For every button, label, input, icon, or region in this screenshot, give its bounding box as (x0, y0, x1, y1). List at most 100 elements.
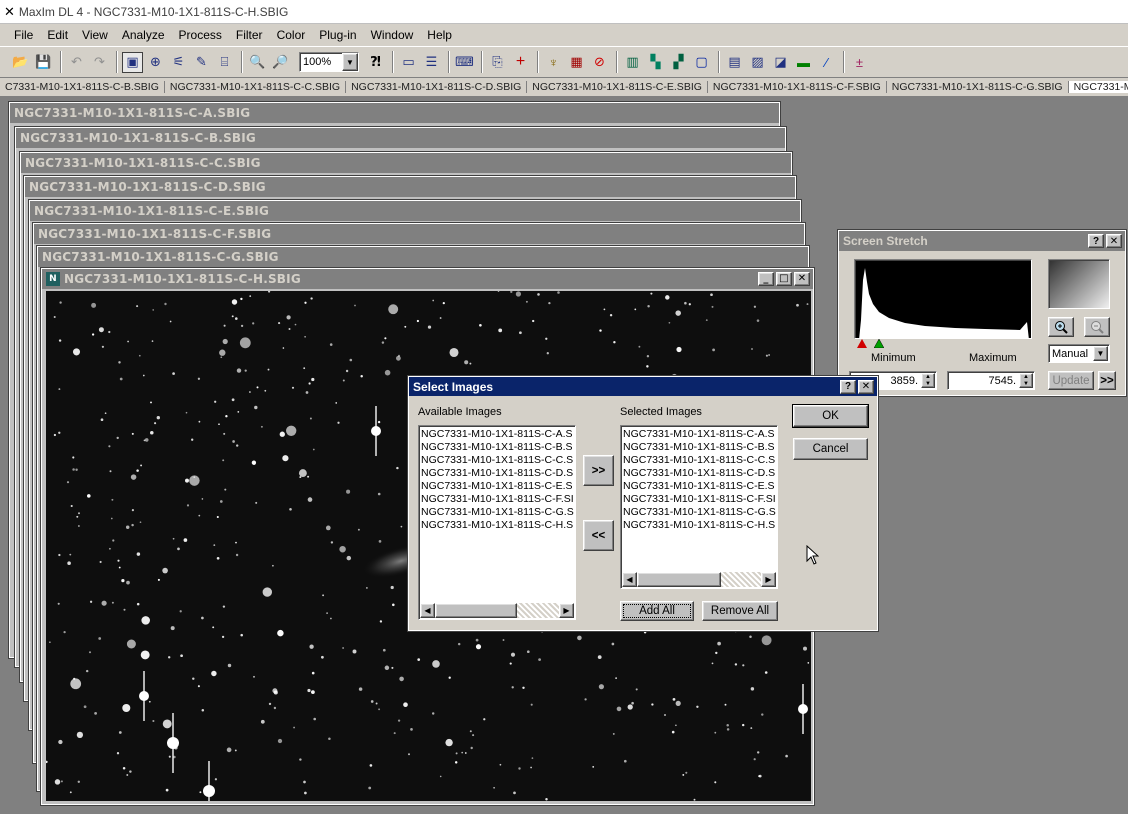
list-item[interactable]: NGC7331-M10-1X1-811S-C-G.S (621, 506, 777, 519)
window-title[interactable]: NGC7331-M10-1X1-811S-C-D.SBIG (25, 177, 795, 197)
stretch-zoom-in-icon[interactable] (1048, 317, 1074, 337)
pencil-icon[interactable]: ✎ (191, 52, 212, 73)
maximum-spinner[interactable]: ▲ ▼ (1019, 373, 1033, 388)
doc-tab-c[interactable]: NGC7331-M10-1X1-811S-C-C.SBIG (165, 81, 347, 93)
maximum-input[interactable]: 7545. ▲ ▼ (947, 371, 1035, 390)
remove-selected-button[interactable]: << (583, 520, 614, 551)
list-item[interactable]: NGC7331-M10-1X1-811S-C-D.S (419, 467, 575, 480)
list-item[interactable]: NGC7331-M10-1X1-811S-C-C.S (419, 454, 575, 467)
window-title-bar[interactable]: N NGC7331-M10-1X1-811S-C-H.SBIG _ □ ✕ (42, 269, 813, 289)
chevron-down-icon[interactable]: ▼ (1093, 346, 1108, 361)
cancel-button[interactable]: Cancel (793, 438, 868, 460)
list-item[interactable]: NGC7331-M10-1X1-811S-C-E.S (419, 480, 575, 493)
window-title[interactable]: NGC7331-M10-1X1-811S-C-A.SBIG (10, 103, 779, 123)
stack-icon[interactable]: ☰ (421, 52, 442, 73)
scrollbar-track[interactable] (721, 572, 761, 587)
square-icon[interactable]: ▢ (691, 52, 712, 73)
stretch-mode-select[interactable]: Manual ▼ (1048, 344, 1110, 363)
doc-tab-g[interactable]: NGC7331-M10-1X1-811S-C-G.SBIG (887, 81, 1069, 93)
list-item[interactable]: NGC7331-M10-1X1-811S-C-F.SI (419, 493, 575, 506)
doc-tab-b[interactable]: C7331-M10-1X1-811S-C-B.SBIG (0, 81, 165, 93)
minimum-spinner[interactable]: ▲ ▼ (921, 373, 935, 388)
update-button[interactable]: Update (1048, 371, 1094, 390)
list-item[interactable]: NGC7331-M10-1X1-811S-C-B.S (621, 441, 777, 454)
window-title[interactable]: NGC7331-M10-1X1-811S-C-E.SBIG (30, 201, 800, 221)
close-icon[interactable]: ✕ (1106, 234, 1122, 248)
list-item[interactable]: NGC7331-M10-1X1-811S-C-H.S (621, 519, 777, 532)
doc-tab-h[interactable]: NGC7331-M (1068, 81, 1128, 93)
doc-tab-f[interactable]: NGC7331-M10-1X1-811S-C-F.SBIG (708, 81, 887, 93)
camera-control-icon[interactable]: ⌨ (454, 52, 475, 73)
add-all-button[interactable]: Add All (620, 601, 694, 621)
menu-help[interactable]: Help (427, 28, 452, 42)
zoom-out-icon[interactable]: 🔎 (270, 52, 291, 73)
graph-icon[interactable]: ◪ (770, 52, 791, 73)
redo-icon[interactable]: ↷ (89, 52, 110, 73)
open-folder-icon[interactable]: 📂 (10, 52, 31, 73)
aperture-icon[interactable]: ⚟ (168, 52, 189, 73)
doc-tab-e[interactable]: NGC7331-M10-1X1-811S-C-E.SBIG (527, 81, 708, 93)
save-disk-icon[interactable]: 💾 (33, 52, 54, 73)
curve-icon[interactable]: ∕ (816, 52, 837, 73)
minimize-icon[interactable]: _ (758, 272, 774, 286)
maximize-icon[interactable]: □ (776, 272, 792, 286)
list-item[interactable]: NGC7331-M10-1X1-811S-C-C.S (621, 454, 777, 467)
min-marker-icon[interactable] (857, 339, 867, 351)
menu-edit[interactable]: Edit (47, 28, 68, 42)
picture-icon[interactable]: ▨ (747, 52, 768, 73)
zoom-in-icon[interactable]: 🔍 (247, 52, 268, 73)
dialog-title-bar[interactable]: Select Images ? ✕ (409, 377, 877, 396)
list-item[interactable]: NGC7331-M10-1X1-811S-C-G.S (419, 506, 575, 519)
undo-icon[interactable]: ↶ (66, 52, 87, 73)
combine-icon[interactable]: ▞ (668, 52, 689, 73)
expand-button[interactable]: >> (1098, 371, 1116, 390)
chevron-down-icon[interactable]: ▼ (342, 53, 358, 71)
scrollbar-thumb[interactable] (637, 572, 721, 587)
add-selected-button[interactable]: >> (583, 455, 614, 486)
window-title[interactable]: NGC7331-M10-1X1-811S-C-G.SBIG (38, 247, 808, 267)
list-item[interactable]: NGC7331-M10-1X1-811S-C-A.S (419, 428, 575, 441)
close-icon[interactable]: ✕ (794, 272, 810, 286)
help-icon[interactable]: ? (840, 379, 856, 394)
scroll-left-icon[interactable]: ◀ (420, 603, 435, 618)
menu-file[interactable]: File (14, 28, 33, 42)
scroll-left-icon[interactable]: ◀ (622, 572, 637, 587)
max-marker-icon[interactable] (873, 338, 885, 351)
scroll-right-icon[interactable]: ▶ (761, 572, 776, 587)
horizontal-scrollbar[interactable]: ◀ ▶ (420, 603, 574, 618)
scrollbar-track[interactable] (517, 603, 559, 618)
remove-all-button[interactable]: Remove All (702, 601, 778, 621)
list-item[interactable]: NGC7331-M10-1X1-811S-C-F.SI (621, 493, 777, 506)
menu-window[interactable]: Window (371, 28, 414, 42)
available-images-list[interactable]: NGC7331-M10-1X1-811S-C-A.S NGC7331-M10-1… (418, 425, 576, 620)
scroll-right-icon[interactable]: ▶ (559, 603, 574, 618)
menu-plugin[interactable]: Plug-in (319, 28, 356, 42)
align-icon[interactable]: ▚ (645, 52, 666, 73)
menu-view[interactable]: View (82, 28, 108, 42)
list-item[interactable]: NGC7331-M10-1X1-811S-C-E.S (621, 480, 777, 493)
window-icon[interactable]: ▤ (724, 52, 745, 73)
bar-icon[interactable]: ▬ (793, 52, 814, 73)
window-title[interactable]: NGC7331-M10-1X1-811S-C-C.SBIG (21, 153, 791, 173)
screen-stretch-title-bar[interactable]: Screen Stretch ? ✕ (839, 231, 1125, 251)
image-view-icon[interactable]: ▣ (122, 51, 143, 73)
info-window-icon[interactable]: ⌸ (214, 52, 235, 73)
help-icon[interactable]: ? (1088, 234, 1104, 248)
no-entry-icon[interactable]: ⊘ (589, 52, 610, 73)
selected-images-list[interactable]: NGC7331-M10-1X1-811S-C-A.S NGC7331-M10-1… (620, 425, 778, 589)
close-icon[interactable]: ✕ (858, 379, 874, 394)
window-title[interactable]: NGC7331-M10-1X1-811S-C-B.SBIG (16, 128, 785, 148)
list-item[interactable]: NGC7331-M10-1X1-811S-C-A.S (621, 428, 777, 441)
horizontal-scrollbar[interactable]: ◀ ▶ (622, 572, 776, 587)
menu-filter[interactable]: Filter (236, 28, 263, 42)
help-pointer-icon[interactable]: ⁈ (365, 52, 386, 73)
list-item[interactable]: NGC7331-M10-1X1-811S-C-D.S (621, 467, 777, 480)
plus-icon[interactable]: + (510, 52, 531, 73)
window-title[interactable]: NGC7331-M10-1X1-811S-C-F.SBIG (34, 224, 804, 244)
list-item[interactable]: NGC7331-M10-1X1-811S-C-H.S (419, 519, 575, 532)
crosshair-icon[interactable]: ⊕ (145, 52, 166, 73)
menu-process[interactable]: Process (179, 28, 222, 42)
list-item[interactable]: NGC7331-M10-1X1-811S-C-B.S (419, 441, 575, 454)
ruler-icon[interactable]: ▭ (398, 52, 419, 73)
menu-analyze[interactable]: Analyze (122, 28, 165, 42)
